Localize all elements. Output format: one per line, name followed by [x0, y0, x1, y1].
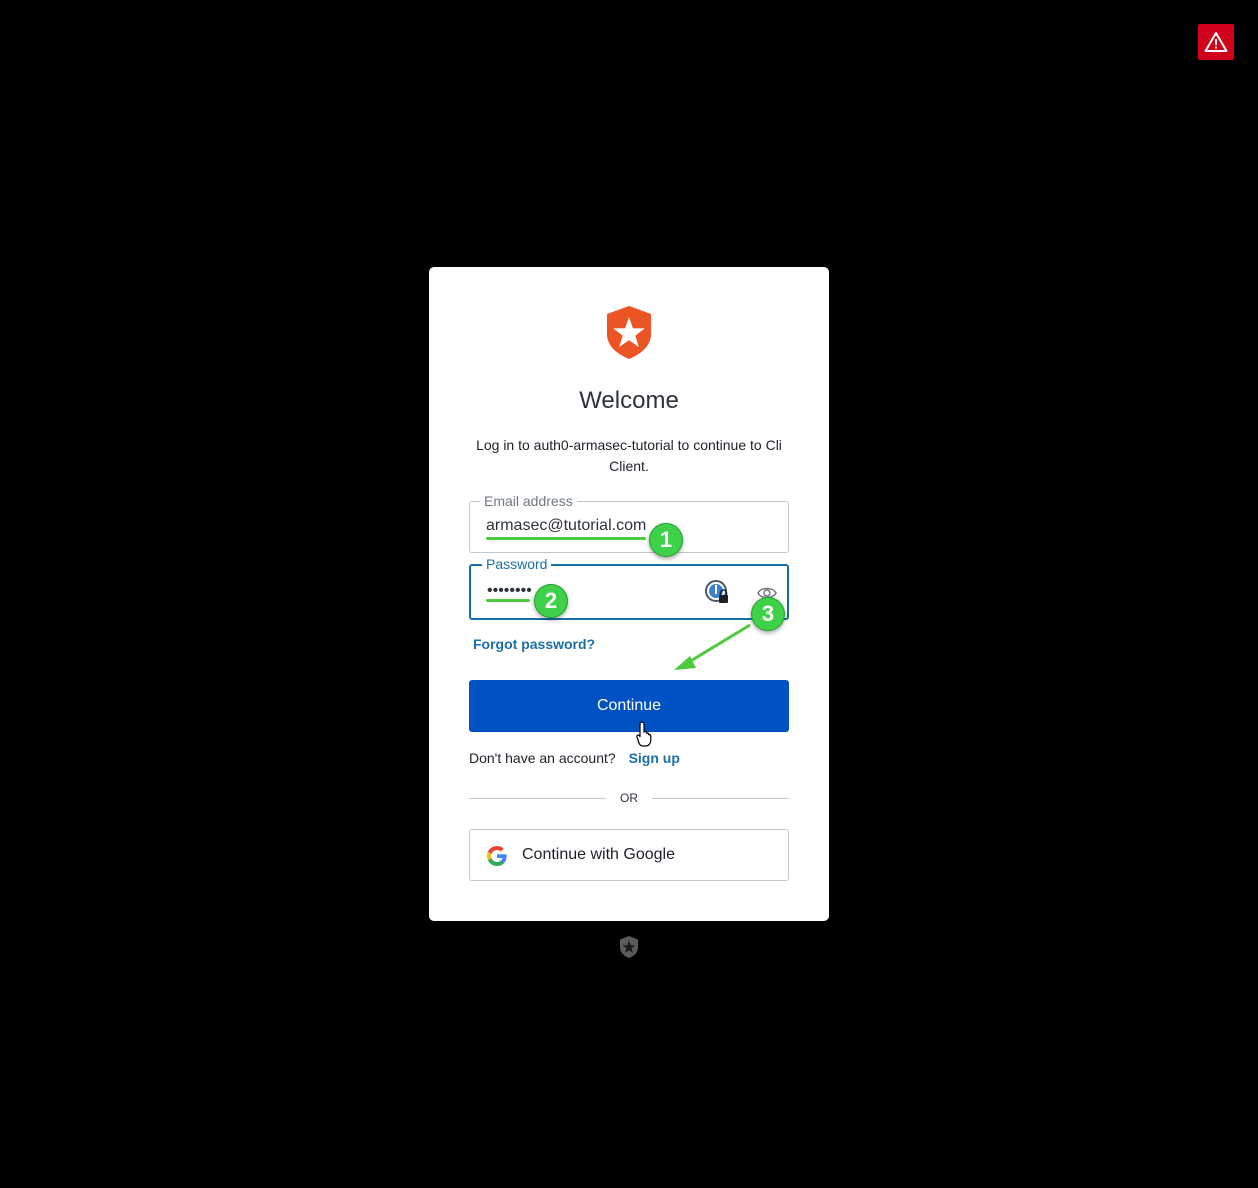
- page: Welcome Log in to auth0-armasec-tutorial…: [0, 0, 1258, 1188]
- password-input[interactable]: ••••••••: [487, 582, 532, 600]
- password-manager-icon[interactable]: [705, 580, 729, 604]
- warning-triangle-icon: [1204, 32, 1228, 52]
- email-input[interactable]: armasec@tutorial.com: [486, 517, 646, 535]
- auth0-logo-icon: [607, 306, 651, 359]
- warning-button[interactable]: [1198, 24, 1234, 60]
- login-subtitle: Log in to auth0-armasec-tutorial to cont…: [476, 437, 782, 474]
- continue-with-google-button[interactable]: Continue with Google: [469, 829, 789, 881]
- sign-up-link[interactable]: Sign up: [629, 750, 680, 766]
- password-label: Password: [482, 555, 552, 573]
- hand-cursor-icon: [636, 721, 652, 747]
- signup-row: Don't have an account? Sign up: [469, 750, 680, 766]
- annotation-badge-2: 2: [534, 584, 568, 618]
- annotation-badge-3: 3: [751, 597, 785, 631]
- annotation-badge-1: 1: [649, 523, 683, 557]
- forgot-password-link[interactable]: Forgot password?: [473, 636, 595, 652]
- login-card: Welcome Log in to auth0-armasec-tutorial…: [429, 267, 829, 921]
- continue-button[interactable]: Continue: [469, 680, 789, 732]
- password-field[interactable]: Password ••••••••: [469, 555, 789, 620]
- email-label: Email address: [480, 492, 577, 510]
- google-icon: [487, 846, 507, 866]
- no-account-text: Don't have an account?: [469, 750, 616, 766]
- email-field[interactable]: Email address armasec@tutorial.com: [469, 492, 789, 553]
- divider-right: [652, 798, 789, 799]
- google-button-label: Continue with Google: [522, 846, 675, 863]
- auth0-footer-logo-icon: [620, 936, 638, 958]
- page-title: Welcome: [579, 387, 679, 414]
